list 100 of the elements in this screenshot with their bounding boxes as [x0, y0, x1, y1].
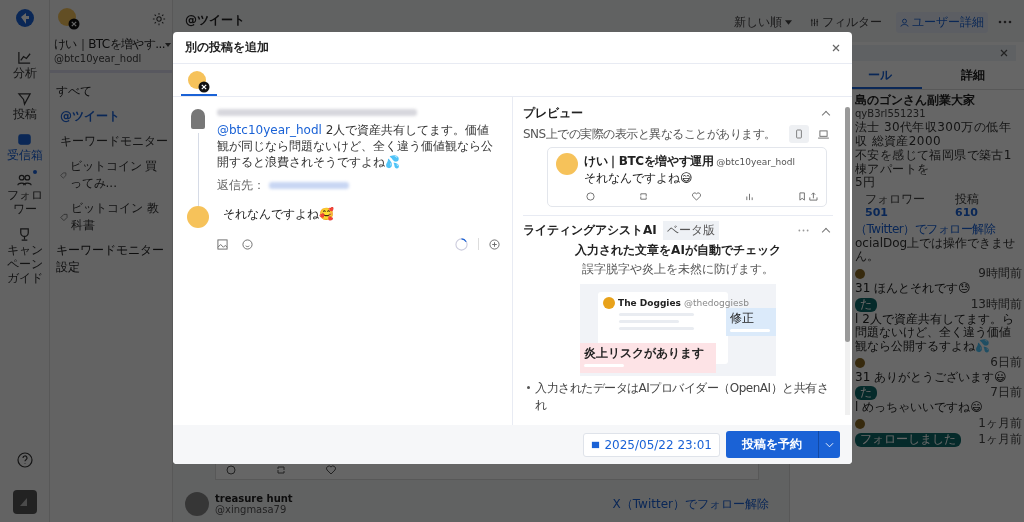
phone-icon — [795, 129, 803, 139]
panel-tab[interactable]: 詳細 — [922, 64, 1024, 89]
unfollow-link[interactable]: （Twitter）でフォロー解除 — [855, 222, 1022, 237]
sidebar-item[interactable]: ビットコイン 教科書 — [60, 200, 168, 234]
reply-icon — [586, 192, 595, 201]
sidebar-item[interactable]: ビットコイン 買ってみ... — [60, 158, 168, 192]
schedule-date-field[interactable]: 2025/05/22 23:01 — [583, 432, 720, 457]
stat-label: 投稿 — [955, 193, 979, 208]
sidebar-item-label: ビットコイン 教科書 — [70, 200, 160, 234]
page-title: @ツイート — [185, 12, 245, 29]
bar-chart-icon — [745, 192, 754, 201]
account-handle: @btc10year_hodl — [54, 53, 143, 64]
sidebar-item[interactable]: @ツイート — [60, 108, 168, 125]
user-avatar — [855, 357, 865, 368]
app-icon[interactable] — [12, 490, 37, 514]
rail-nav-item[interactable]: 受信箱 — [0, 131, 49, 163]
user-avatar — [855, 269, 865, 279]
section-title: プレビュー — [523, 104, 583, 122]
more-icon[interactable] — [798, 228, 809, 232]
tweet-text: それなんですよね😅 — [584, 170, 694, 187]
user-handle: qyB3rl551231 — [855, 107, 927, 120]
user-name: けい｜BTCを増やす運用 — [584, 153, 714, 170]
note-text: ocialDog上では操作できません。 — [855, 236, 1017, 265]
activity-text: l めっちゃいいですね😄 — [855, 401, 984, 416]
add-icon[interactable] — [489, 238, 500, 250]
sidebar-section[interactable]: すべて — [56, 83, 168, 100]
image-icon[interactable] — [217, 238, 228, 250]
activity-time: 13時間前 — [970, 297, 1022, 312]
activity-tag: フォローしました — [855, 432, 961, 447]
stat-value: 501 — [865, 207, 889, 220]
calendar-icon — [591, 440, 601, 449]
filter-icon — [810, 17, 819, 27]
account-avatar — [187, 205, 209, 228]
tag-icon — [60, 170, 67, 180]
sidebar-item[interactable]: キーワードモニター — [60, 133, 168, 150]
rail-nav-item[interactable]: フォロワー — [0, 172, 49, 217]
activity-tag: た — [855, 386, 877, 401]
account-tab[interactable] — [181, 68, 217, 96]
activity-text: 31 ありがとうございます😃 — [855, 370, 1008, 385]
bio-text: 不安を感じて福岡県で築古1棟アパートを — [855, 148, 1013, 176]
activity-text: l 2人で資産共有してます。ら問題ないけど、全く違う価値観なら公開するすよね💦 — [855, 312, 1015, 354]
people-icon — [17, 172, 32, 188]
sidebar-section[interactable]: キーワードモニター設定 — [56, 242, 168, 276]
like-icon[interactable] — [326, 465, 336, 475]
modal-title: 別の投稿を追加 — [185, 39, 269, 56]
stat-value: 610 — [955, 207, 979, 220]
laptop-icon — [817, 129, 829, 139]
close-icon[interactable] — [832, 43, 840, 52]
progress-ring-icon — [455, 237, 468, 251]
bullet-text: 入力されたデータはAIプロバイダー（OpenAI）と共有され — [535, 380, 830, 414]
user-silhouette-icon — [191, 109, 205, 129]
account-name[interactable]: けい｜BTCを増やす... — [54, 36, 165, 53]
mobile-view-button[interactable] — [789, 125, 809, 143]
sort-dropdown[interactable]: 新しい順 — [730, 11, 796, 33]
reply-icon[interactable] — [226, 465, 236, 475]
activity-tag: た — [855, 297, 877, 312]
activity-time: 9時間前 — [978, 267, 1022, 281]
like-icon — [692, 192, 701, 201]
activity-time: 7日前 — [990, 386, 1022, 401]
user-icon — [900, 17, 909, 27]
help-icon[interactable] — [16, 452, 33, 468]
beta-badge: ベータ版 — [662, 220, 719, 240]
account-avatar-icon[interactable] — [58, 8, 80, 30]
note-text: SNS上での実際の表示と異なることがあります。 — [523, 125, 776, 143]
send-icon — [17, 90, 32, 106]
more-icon[interactable] — [998, 20, 1012, 24]
user-handle: @btc10year_hodl — [716, 157, 795, 167]
user-name: 島のゴンさん副業大家 — [855, 94, 976, 108]
activity-time: 1ヶ月前 — [978, 417, 1022, 431]
subline-text: 誤字脱字や炎上を未然に防げます。 — [581, 261, 775, 278]
inbox-icon — [17, 131, 32, 147]
tag-icon — [60, 212, 68, 222]
app-logo-icon[interactable] — [14, 8, 35, 28]
close-icon[interactable] — [1000, 49, 1008, 57]
rail-nav-item[interactable]: キャンペーンガイド — [0, 227, 49, 286]
user-details-button[interactable]: ユーザー詳細 — [896, 11, 988, 33]
reply-input[interactable]: それなんですよね🥰 — [223, 205, 334, 223]
bio-text: 法士 30代年収300万の低年収 総資産2000 — [855, 121, 1012, 149]
bio-text: 5円 — [855, 176, 877, 191]
rail-nav-item[interactable]: 分析 — [0, 50, 49, 81]
account-avatar — [556, 153, 578, 175]
emoji-icon[interactable] — [242, 238, 253, 250]
section-title: ライティングアシストAI — [523, 221, 657, 239]
bookmark-share-icon — [798, 192, 818, 201]
settings-icon[interactable] — [152, 12, 166, 26]
user-handle: @xingmasa79 — [215, 504, 288, 515]
retweet-icon[interactable] — [276, 465, 286, 475]
caret-icon — [785, 19, 792, 25]
bullet-dot-icon — [527, 386, 530, 389]
filter-button[interactable]: フィルター — [806, 11, 886, 33]
user-avatar — [855, 418, 865, 429]
activity-time: 1ヶ月前 — [978, 432, 1022, 447]
trophy-icon — [17, 227, 32, 242]
chart-icon — [17, 50, 32, 65]
retweet-icon — [639, 192, 648, 201]
chevron-down-icon — [825, 441, 834, 448]
unfollow-link[interactable]: X（Twitter）でフォロー解除 — [612, 495, 769, 513]
headline-text: 入力された文章をAIが自動でチェック — [574, 242, 782, 259]
activity-text: 31 ほんとそれです😓 — [855, 281, 972, 296]
rail-nav-item[interactable]: 投稿 — [0, 90, 49, 122]
